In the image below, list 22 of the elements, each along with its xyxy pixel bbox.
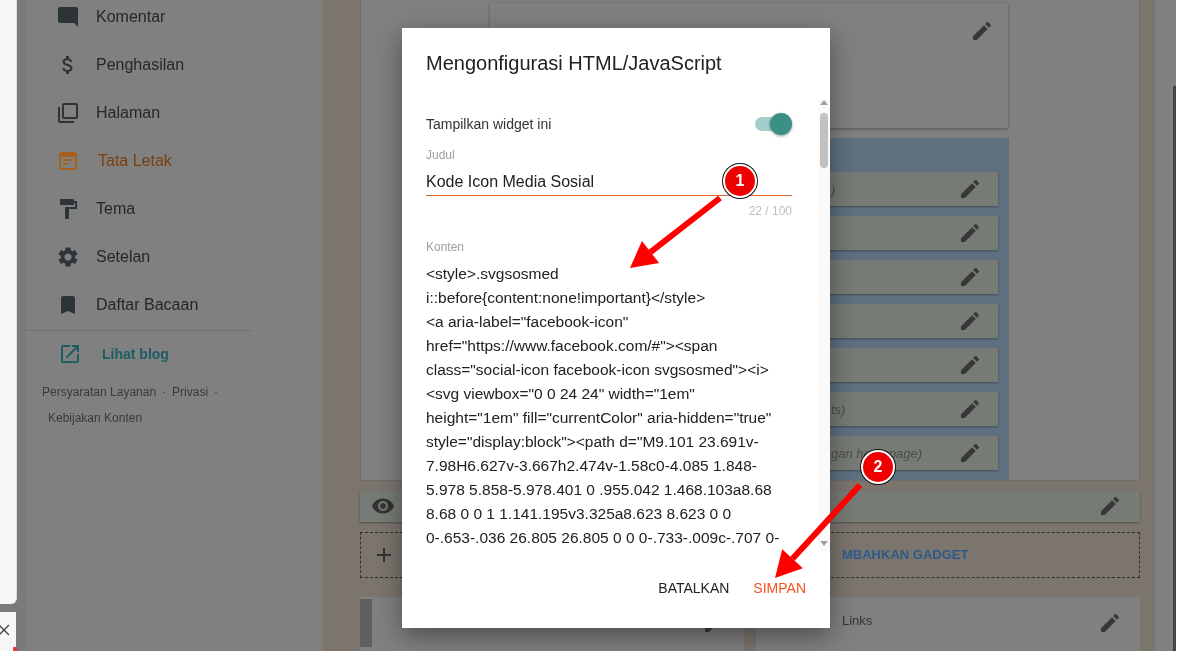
field-label: Konten — [426, 240, 466, 254]
toggle-label: Tampilkan widget ini — [426, 116, 552, 132]
footer-link[interactable]: Persyaratan Layanan — [42, 385, 157, 399]
sidebar-item[interactable]: Halaman — [26, 89, 256, 137]
sidebar-item[interactable]: Daftar Bacaan — [26, 281, 256, 329]
save-button[interactable]: SIMPAN — [745, 572, 814, 604]
gadget-title: ) — [831, 181, 836, 197]
footer-link[interactable]: Kebijakan Konten — [48, 411, 143, 425]
sidebar-item[interactable]: Setelan — [26, 233, 256, 281]
sidebar-item[interactable]: Komentar — [26, 0, 256, 41]
field-label: Judul — [426, 148, 456, 162]
cancel-button[interactable]: BATALKAN — [650, 572, 738, 604]
separator-dot: · — [162, 385, 167, 399]
text-area[interactable]: <style>.svgsosmed i::before{content:none!important}</style> <a aria-label="facebook-icon" href="https://www.facebook.com/#"><span class="social-icon facebook-icon svgsosmed"><i> <svg viewbox="0 0 24 24" width="1em" height="1em" fill="currentColor" aria-hidden="true" style="display:block"><path d="M9.101 23.691v- 7.98H6.627v-3.667h2.474v-1.58c0-4.085 1.848- 5.978 5.858-5.978.401 0 .955.042 1.468.103a8.68 8.68 0 0 1 1.141.195v3.325a8.623 8.623 0 0 0-.653-.036 26.805 26.805 0 0 0-.733-.009c-.707 0- — [426, 262, 796, 550]
footer-link[interactable]: Privasi — [172, 385, 209, 399]
sidebar-item[interactable]: Tema — [26, 185, 256, 233]
separator-dot: · — [214, 385, 219, 399]
character-counter: 22 / 100 — [747, 204, 792, 218]
sidebar-item[interactable]: Tata Letak — [26, 137, 256, 185]
dialog-title: Mengonfigurasi HTML/JavaScript — [425, 51, 723, 76]
sidebar-item[interactable]: Penghasilan — [26, 41, 256, 89]
gadget-title: Links — [842, 612, 873, 628]
